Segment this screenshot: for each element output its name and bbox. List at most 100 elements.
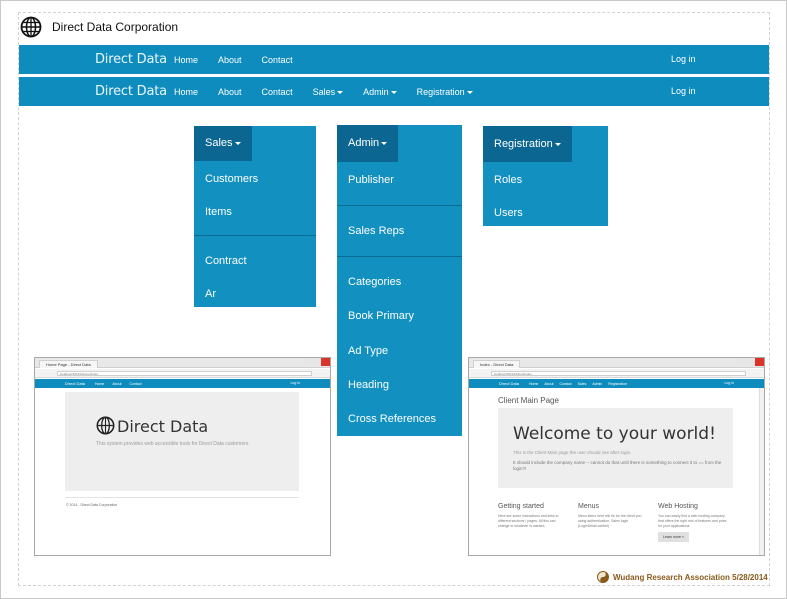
caret-down-icon <box>234 141 241 145</box>
menu-item-heading[interactable]: Heading <box>348 379 389 391</box>
menu-item-ad-type[interactable]: Ad Type <box>348 345 388 357</box>
maximize-icon <box>312 358 321 366</box>
client-page-thumbnail: Index - Direct Data localhost:56134/Clie… <box>468 357 765 556</box>
doc-header: Direct Data Corporation <box>20 16 178 38</box>
nav-link-contact[interactable]: Contact <box>262 55 293 65</box>
mini-col2-title: Menus <box>578 503 600 510</box>
address-bar: localhost:56134/Home/Index <box>35 369 330 378</box>
navbar-brand[interactable]: Direct Data <box>95 45 167 74</box>
menu-divider <box>337 205 462 206</box>
nav-dropdown-label: Sales <box>312 86 336 97</box>
mini-col3-text: You can easily find a web hosting compan… <box>658 514 727 528</box>
navbar-brand[interactable]: Direct Data <box>95 77 167 106</box>
nav-link-about[interactable]: About <box>218 87 242 97</box>
nav-link-contact[interactable]: Contact <box>262 87 293 97</box>
menu-item-book-primary[interactable]: Book Primary <box>348 310 414 322</box>
close-icon <box>321 358 330 366</box>
mini-hero-line2: It should include the company name -- ca… <box>513 460 722 471</box>
mini-link: Registration <box>608 381 627 386</box>
caret-down-icon <box>337 90 344 94</box>
mini-navbar: Direct Data Home About Contact Log in <box>35 379 330 388</box>
login-link[interactable]: Log in <box>671 77 696 106</box>
url-field: localhost:56134/Home/Index <box>57 371 312 376</box>
mini-link: Contact <box>559 381 572 386</box>
window-controls <box>737 358 764 366</box>
mini-col3-title: Web Hosting <box>658 503 698 510</box>
mini-link: Sales <box>577 381 587 386</box>
menu-item-roles[interactable]: Roles <box>494 174 522 186</box>
mini-hero-text: This system provides web accessible tool… <box>96 441 250 447</box>
menu-toggle-label: Sales <box>205 137 233 149</box>
credit: Wudang Research Association 5/28/2014 <box>597 570 768 584</box>
login-link[interactable]: Log in <box>671 45 696 74</box>
nav-dropdown-registration[interactable]: Registration <box>417 87 473 97</box>
mini-col2-text: Menu items here will be for the client y… <box>578 514 642 528</box>
mini-learn-more-button: Learn more » <box>658 532 689 542</box>
navbar-full: Direct Data Home About Contact Sales Adm… <box>19 77 769 106</box>
admin-dropdown-menu: Admin Publisher Sales Reps Categories Bo… <box>337 125 462 436</box>
admin-menu-toggle[interactable]: Admin <box>337 125 399 162</box>
navbar-simple: Direct Data Home About Contact Log in <box>19 45 769 74</box>
mini-login: Log in <box>290 381 300 385</box>
globe-logo-icon <box>20 16 42 38</box>
yin-yang-icon <box>597 571 609 583</box>
menu-item-contract[interactable]: Contract <box>205 255 247 267</box>
maximize-icon <box>746 358 755 366</box>
menu-item-users[interactable]: Users <box>494 207 523 219</box>
nav-link-about[interactable]: About <box>218 55 242 65</box>
menu-item-categories[interactable]: Categories <box>348 276 401 288</box>
menu-toggle-label: Registration <box>494 138 553 150</box>
doc-title: Direct Data Corporation <box>52 20 179 34</box>
address-bar: localhost:56134/Client/Index <box>469 369 764 378</box>
credit-text: Wudang Research Association 5/28/2014 <box>613 572 768 582</box>
mini-hero-title: Welcome to your world! <box>513 424 716 444</box>
navbar-links: Home About Contact <box>174 45 293 74</box>
menu-item-items[interactable]: Items <box>205 206 232 218</box>
nav-link-home[interactable]: Home <box>174 55 198 65</box>
mini-login: Log in <box>724 381 734 385</box>
nav-link-home[interactable]: Home <box>174 87 198 97</box>
mini-link: About <box>544 381 554 386</box>
nav-dropdown-label: Admin <box>363 86 389 97</box>
mini-link: Home <box>529 381 539 386</box>
mini-link: About <box>112 381 122 386</box>
sales-dropdown-menu: Sales Customers Items Contract Ar <box>194 126 316 307</box>
window-controls <box>303 358 330 366</box>
browser-titlebar: Home Page - Direct Data <box>35 358 330 368</box>
sales-menu-toggle[interactable]: Sales <box>194 126 252 161</box>
minimize-icon <box>737 358 746 366</box>
browser-tab: Index - Direct Data <box>473 360 521 368</box>
mini-link: Contact <box>129 381 142 386</box>
browser-titlebar: Index - Direct Data <box>469 358 764 368</box>
mini-col1-title: Getting started <box>498 503 544 510</box>
menu-divider <box>194 235 316 236</box>
registration-dropdown-menu: Registration Roles Users <box>483 126 608 226</box>
mini-hero-title: Direct Data <box>117 417 209 436</box>
menu-item-ar[interactable]: Ar <box>205 288 216 300</box>
browser-tab: Home Page - Direct Data <box>39 360 98 368</box>
caret-down-icon <box>466 90 473 94</box>
mini-hero-line1: This is the Client Main page the user sh… <box>513 450 632 455</box>
menu-item-sales-reps[interactable]: Sales Reps <box>348 225 404 237</box>
mini-footer-rule <box>65 497 299 498</box>
mini-link: Home <box>95 381 105 386</box>
mini-jumbotron: Direct Data This system provides web acc… <box>65 392 299 491</box>
close-icon <box>755 358 764 366</box>
registration-menu-toggle[interactable]: Registration <box>483 126 572 162</box>
minimize-icon <box>303 358 312 366</box>
menu-divider <box>337 256 462 257</box>
caret-down-icon <box>381 141 388 145</box>
menu-item-publisher[interactable]: Publisher <box>348 174 394 186</box>
url-field: localhost:56134/Client/Index <box>491 371 746 376</box>
mini-link: Admin <box>592 381 603 386</box>
mini-brand: Direct Data <box>65 381 86 386</box>
globe-logo-icon <box>96 416 115 435</box>
mini-links: Home About Contact <box>95 379 142 388</box>
nav-dropdown-admin[interactable]: Admin <box>363 87 397 97</box>
mini-footer: © 2014 - Direct Data Corporation <box>66 503 118 507</box>
nav-dropdown-sales[interactable]: Sales <box>313 87 344 97</box>
mini-scrollbar <box>759 388 764 555</box>
menu-item-cross-references[interactable]: Cross References <box>348 413 436 425</box>
menu-item-customers[interactable]: Customers <box>205 173 258 185</box>
mini-links: Home About Contact Sales Admin Registrat… <box>529 379 627 388</box>
